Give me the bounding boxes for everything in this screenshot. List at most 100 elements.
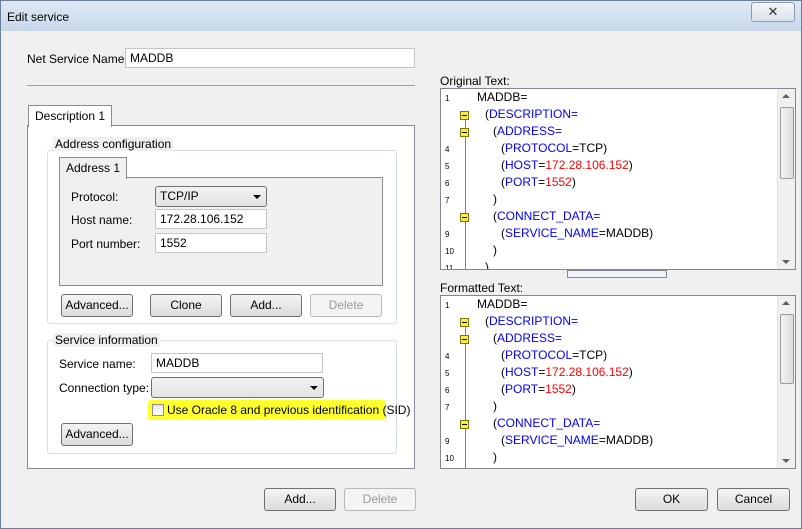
code-value: 172.28.106.152 (545, 365, 629, 379)
code-keyword: HOST (505, 365, 539, 379)
line-number: 4 (445, 352, 450, 361)
code-keyword: = (593, 416, 601, 430)
line-number: 1 (445, 94, 450, 103)
host-name-input[interactable]: 172.28.106.152 (155, 209, 267, 229)
service-name-label: Service name: (59, 357, 136, 371)
collapse-fold-icon[interactable] (460, 128, 469, 137)
scroll-up-arrow-icon[interactable] (782, 94, 790, 98)
code-line: (HOST=172.28.106.152) (501, 158, 633, 172)
line-number: 6 (445, 179, 450, 188)
line-number: 9 (445, 230, 450, 239)
separator (27, 85, 415, 86)
sid-checkbox-label[interactable]: Use Oracle 8 and previous identification… (167, 403, 410, 417)
service-name-input[interactable]: MADDB (151, 353, 323, 373)
line-number: 5 (445, 162, 450, 171)
code-text: =MADDB) (598, 226, 654, 240)
code-text: ) (628, 158, 633, 172)
original-text-editor[interactable]: 1 4 5 6 7 9 10 11 MADDB= (DESCRIPTION= (ADDRESS= (P… (440, 88, 796, 270)
dialog-title: Edit service (7, 10, 70, 24)
code-line: (PORT=1552) (501, 382, 576, 396)
collapse-fold-icon[interactable] (460, 335, 469, 344)
vertical-scrollbar[interactable] (777, 89, 795, 269)
code-keyword: ADDRESS (497, 331, 556, 345)
collapse-fold-icon[interactable] (460, 111, 469, 120)
code-line: (SERVICE_NAME=MADDB) (501, 433, 653, 447)
code-text: ) (571, 382, 576, 396)
protocol-select[interactable]: TCP/IP (155, 186, 267, 207)
code-text: ) (628, 365, 633, 379)
collapse-fold-icon[interactable] (460, 318, 469, 327)
close-button[interactable]: ✕ (751, 2, 795, 22)
code-keyword: = (555, 331, 563, 345)
code-keyword: = (593, 209, 601, 223)
sid-checkbox[interactable] (152, 404, 164, 416)
code-value: 1552 (545, 382, 572, 396)
scroll-down-arrow-icon[interactable] (782, 459, 790, 463)
line-number: 4 (445, 145, 450, 154)
code-keyword: DESCRIPTION (489, 107, 572, 121)
original-text-label: Original Text: (440, 74, 510, 88)
address-advanced-button[interactable]: Advanced... (61, 294, 133, 317)
code-line: ) (493, 243, 497, 257)
clone-button[interactable]: Clone (150, 294, 222, 317)
code-line: (PROTOCOL=TCP) (501, 141, 607, 155)
code-keyword: CONNECT_DATA (497, 209, 594, 223)
ok-button[interactable]: OK (635, 488, 708, 511)
splitter-handle[interactable] (567, 270, 667, 278)
net-service-name-input[interactable]: MADDB (125, 48, 415, 68)
code-keyword: ADDRESS (497, 124, 556, 138)
line-number: 10 (445, 454, 454, 463)
service-information-title: Service information (53, 333, 160, 347)
scroll-up-arrow-icon[interactable] (782, 301, 790, 305)
code-keyword: PORT (505, 382, 539, 396)
vertical-scrollbar[interactable] (777, 296, 795, 468)
collapse-fold-icon[interactable] (460, 213, 469, 222)
code-text: ) (493, 399, 497, 413)
formatted-text-editor[interactable]: 1 4 5 6 7 9 10 MADDB= (DESCRIPTION= (ADDRESS= (PRO… (440, 295, 796, 469)
code-line: (CONNECT_DATA= (493, 416, 600, 430)
code-line: (SERVICE_NAME=MADDB) (501, 226, 653, 240)
code-line: (PORT=1552) (501, 175, 576, 189)
code-line: MADDB= (477, 297, 527, 311)
code-line: (PROTOCOL=TCP) (501, 348, 607, 362)
delete-button[interactable]: Delete (344, 488, 416, 511)
service-advanced-button[interactable]: Advanced... (61, 423, 133, 446)
collapse-fold-icon[interactable] (460, 420, 469, 429)
address-add-button[interactable]: Add... (230, 294, 302, 317)
address-configuration-title: Address configuration (53, 137, 174, 151)
address-delete-button[interactable]: Delete (310, 294, 382, 317)
code-keyword: = (571, 107, 579, 121)
code-line: (ADDRESS= (493, 331, 562, 345)
code-line: ) (493, 399, 497, 413)
scroll-thumb[interactable] (780, 314, 794, 384)
code-line: (DESCRIPTION= (485, 107, 578, 121)
cancel-button[interactable]: Cancel (717, 488, 790, 511)
add-button[interactable]: Add... (264, 488, 336, 511)
code-text: =TCP) (572, 348, 608, 362)
tab-description-1[interactable]: Description 1 (28, 105, 113, 127)
code-keyword: CONNECT_DATA (497, 416, 594, 430)
code-text: MADDB= (477, 90, 528, 104)
code-text: ) (485, 260, 489, 270)
scroll-thumb[interactable] (780, 107, 794, 179)
scroll-down-arrow-icon[interactable] (782, 260, 790, 264)
code-keyword: SERVICE_NAME (505, 433, 599, 447)
line-number: 6 (445, 386, 450, 395)
connection-type-select[interactable] (151, 377, 324, 398)
code-line: (CONNECT_DATA= (493, 209, 600, 223)
chevron-down-icon (253, 195, 261, 199)
code-line: ) (485, 260, 489, 270)
code-text: ) (493, 243, 497, 257)
net-service-name-label: Net Service Name: (27, 52, 128, 66)
code-line: ) (493, 192, 497, 206)
tab-address-1[interactable]: Address 1 (59, 157, 128, 179)
code-value: 172.28.106.152 (545, 158, 629, 172)
port-number-input[interactable]: 1552 (155, 233, 267, 253)
code-keyword: = (555, 124, 563, 138)
code-keyword: PROTOCOL (505, 141, 573, 155)
code-line: ) (493, 450, 497, 464)
line-number: 9 (445, 437, 450, 446)
code-text: =MADDB) (598, 433, 654, 447)
close-icon: ✕ (767, 4, 779, 19)
chevron-down-icon (310, 386, 318, 390)
